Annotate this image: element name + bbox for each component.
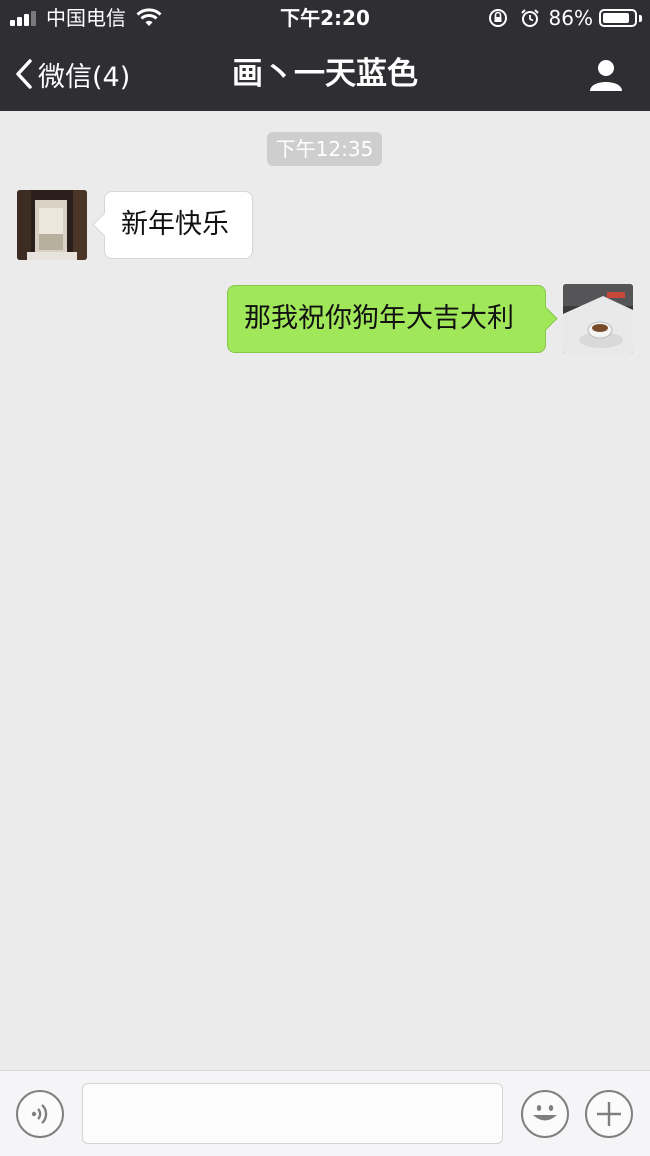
battery-percent: 86% xyxy=(548,6,593,30)
status-bar: 中国电信 下午2:20 86% xyxy=(0,0,650,36)
my-avatar-image xyxy=(563,284,633,354)
chat-title: 画丶一天蓝色 xyxy=(232,56,418,92)
chat-info-button[interactable] xyxy=(586,55,626,95)
plus-icon xyxy=(597,1102,621,1126)
smiley-icon xyxy=(533,1105,557,1121)
message-input-bar xyxy=(0,1070,650,1156)
my-avatar[interactable] xyxy=(563,284,633,354)
received-message-bubble[interactable]: 新年快乐 xyxy=(104,191,253,259)
voice-input-button[interactable] xyxy=(16,1090,64,1138)
navigation-bar: 微信(4) 画丶一天蓝色 xyxy=(0,36,650,111)
more-options-button[interactable] xyxy=(585,1090,633,1138)
voice-icon xyxy=(31,1104,48,1124)
battery-icon xyxy=(599,9,637,27)
top-header: 中国电信 下午2:20 86% 微信(4) 画丶一天蓝色 xyxy=(0,0,650,111)
orientation-lock-icon xyxy=(488,9,507,27)
sent-message-bubble[interactable]: 那我祝你狗年大吉大利 xyxy=(227,285,546,353)
emoji-button[interactable] xyxy=(521,1090,569,1138)
battery-level-fill xyxy=(603,13,629,23)
message-text-input[interactable] xyxy=(82,1083,503,1144)
message-timestamp: 下午12:35 xyxy=(267,132,382,166)
battery-tip xyxy=(639,14,642,22)
person-icon xyxy=(590,60,622,91)
alarm-icon xyxy=(520,9,539,27)
contact-avatar-image xyxy=(17,190,87,260)
contact-avatar[interactable] xyxy=(17,190,87,260)
